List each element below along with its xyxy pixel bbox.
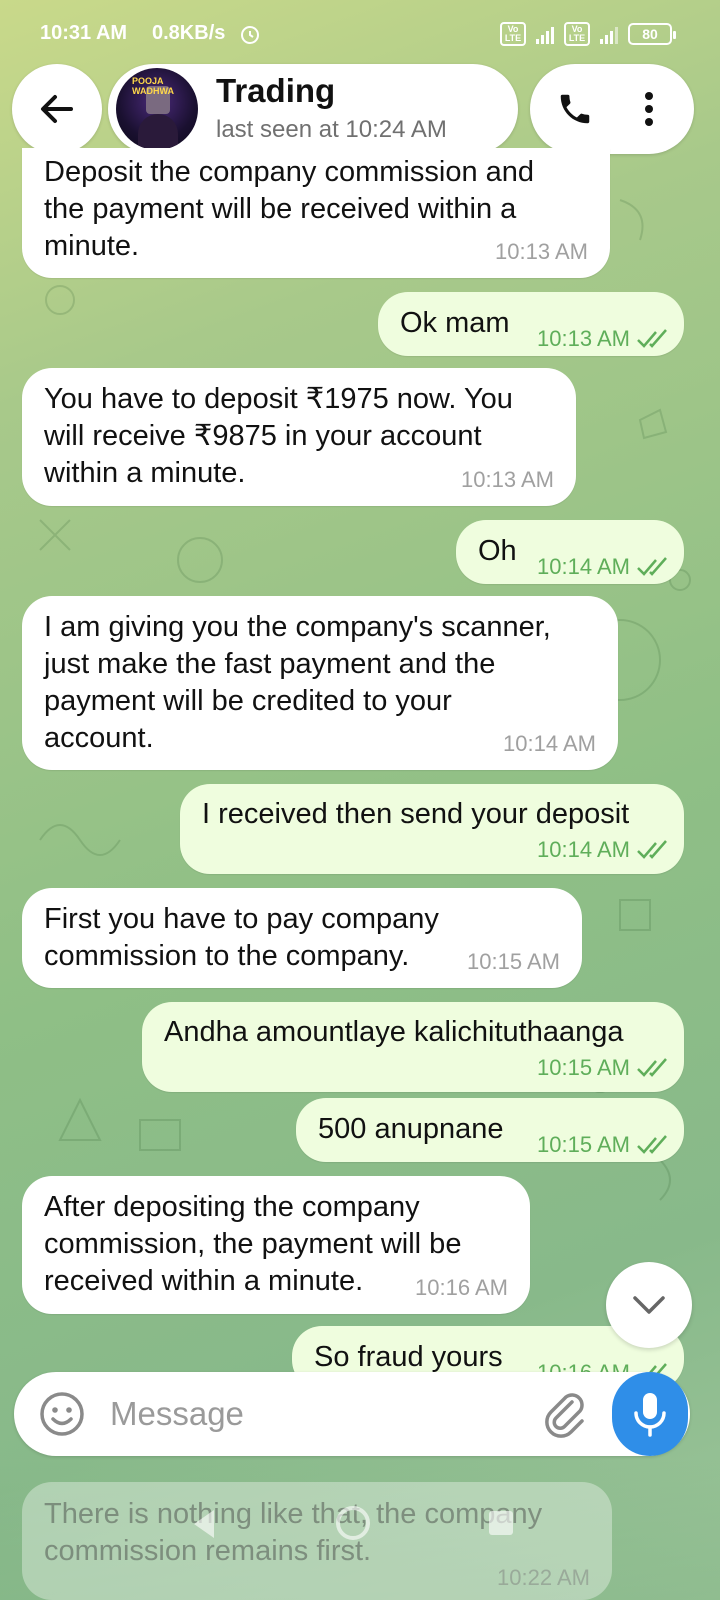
- double-check-icon: [637, 1134, 667, 1154]
- message-text-line: Deposit the company commission and: [44, 156, 535, 188]
- chevron-down-icon: [633, 1296, 665, 1314]
- message-text-line: You have to deposit ₹1975 now. You: [44, 383, 513, 415]
- double-check-icon: [637, 839, 667, 859]
- message-composer: [14, 1372, 690, 1456]
- more-button[interactable]: [624, 84, 674, 134]
- message-incoming[interactable]: You have to deposit ₹1975 now. You will r…: [22, 368, 576, 506]
- message-incoming[interactable]: First you have to pay company commission …: [22, 888, 582, 988]
- paperclip-icon[interactable]: [542, 1390, 590, 1438]
- message-outgoing[interactable]: Oh 10:14 AM: [456, 520, 684, 584]
- nav-back-icon[interactable]: [186, 1506, 222, 1542]
- message-time: 10:15 AM: [537, 1132, 630, 1157]
- message-text-line: minute.: [44, 230, 140, 262]
- message-text-line: commission to the company.: [44, 940, 410, 972]
- message-incoming[interactable]: After depositing the company commission, …: [22, 1176, 530, 1314]
- message-text: Oh: [478, 535, 517, 567]
- status-time: 10:31 AM: [40, 22, 128, 44]
- double-check-icon: [637, 556, 667, 576]
- nav-recents-icon[interactable]: [486, 1508, 516, 1538]
- chat-title: Trading: [216, 72, 336, 109]
- message-text-line: I am giving you the company's scanner,: [44, 611, 551, 643]
- message-text: Andha amountlaye kalichituthaanga: [164, 1016, 624, 1048]
- message-outgoing[interactable]: I received then send your deposit 10:14 …: [180, 784, 684, 874]
- message-time: 10:14 AM: [503, 731, 596, 756]
- message-time: 10:15 AM: [467, 949, 560, 974]
- message-outgoing[interactable]: Andha amountlaye kalichituthaanga 10:15 …: [142, 1002, 684, 1092]
- message-outgoing[interactable]: Ok mam 10:13 AM: [378, 292, 684, 356]
- message-text: Ok mam: [400, 307, 510, 339]
- arrow-left-icon: [41, 95, 73, 123]
- signal-icon-2: [600, 24, 618, 44]
- message-text-line: will receive ₹9875 in your account: [44, 420, 482, 452]
- avatar[interactable]: POOJA WADHWA: [116, 68, 198, 150]
- message-time: 10:16 AM: [415, 1275, 508, 1300]
- signal-icon: [536, 24, 554, 44]
- double-check-icon: [637, 1057, 667, 1077]
- message-time: 10:13 AM: [461, 467, 554, 492]
- more-vertical-icon: [645, 92, 653, 126]
- message-text-line: commission, the payment will be: [44, 1228, 462, 1260]
- last-seen: last seen at 10:24 AM: [216, 116, 447, 143]
- status-net-speed: 0.8KB/s: [152, 22, 226, 44]
- message-time: 10:13 AM: [495, 239, 588, 264]
- back-button[interactable]: [12, 64, 102, 154]
- message-text: I received then send your deposit: [202, 798, 630, 830]
- alarm-icon: [241, 26, 259, 44]
- message-text-line: account.: [44, 722, 154, 754]
- scroll-to-bottom-button[interactable]: [606, 1262, 692, 1348]
- message-incoming[interactable]: Deposit the company commission and the pa…: [22, 148, 610, 278]
- message-text-line: received within a minute.: [44, 1265, 364, 1297]
- status-bar: 10:31 AM 0.8KB/s Vo LTE Vo LTE 80: [0, 0, 720, 70]
- double-check-icon: [637, 328, 667, 348]
- microphone-icon: [634, 1393, 666, 1437]
- nav-home-icon[interactable]: [334, 1504, 372, 1542]
- smiley-icon[interactable]: [38, 1390, 86, 1438]
- message-text-line: within a minute.: [44, 457, 246, 489]
- message-text-line: just make the fast payment and the: [44, 648, 496, 680]
- message-text-line: After depositing the company: [44, 1191, 420, 1223]
- message-outgoing[interactable]: 500 anupnane 10:15 AM: [296, 1098, 684, 1162]
- system-nav-bar: [0, 1490, 720, 1560]
- message-text-line: First you have to pay company: [44, 903, 439, 935]
- header-actions: [530, 64, 694, 154]
- message-time: 10:22 AM: [497, 1565, 590, 1590]
- phone-icon: [560, 94, 590, 124]
- battery-icon: 80: [628, 23, 676, 45]
- message-time: 10:14 AM: [537, 837, 630, 862]
- call-button[interactable]: [550, 84, 600, 134]
- message-text: So fraud yours: [314, 1341, 503, 1373]
- avatar-label: POOJA WADHWA: [132, 76, 174, 96]
- message-text: 500 anupnane: [318, 1113, 504, 1145]
- message-time: 10:14 AM: [537, 554, 630, 579]
- message-time: 10:15 AM: [537, 1055, 630, 1080]
- message-input[interactable]: [110, 1388, 530, 1440]
- message-incoming[interactable]: I am giving you the company's scanner, ju…: [22, 596, 618, 770]
- chat-header[interactable]: POOJA WADHWA Trading last seen at 10:24 …: [108, 64, 518, 154]
- message-time: 10:13 AM: [537, 326, 630, 351]
- volte-icon-2: Vo LTE: [564, 22, 590, 46]
- volte-icon: Vo LTE: [500, 22, 526, 46]
- message-text-line: the payment will be received within a: [44, 193, 517, 225]
- message-text-line: payment will be credited to your: [44, 685, 452, 717]
- voice-record-button[interactable]: [612, 1372, 688, 1456]
